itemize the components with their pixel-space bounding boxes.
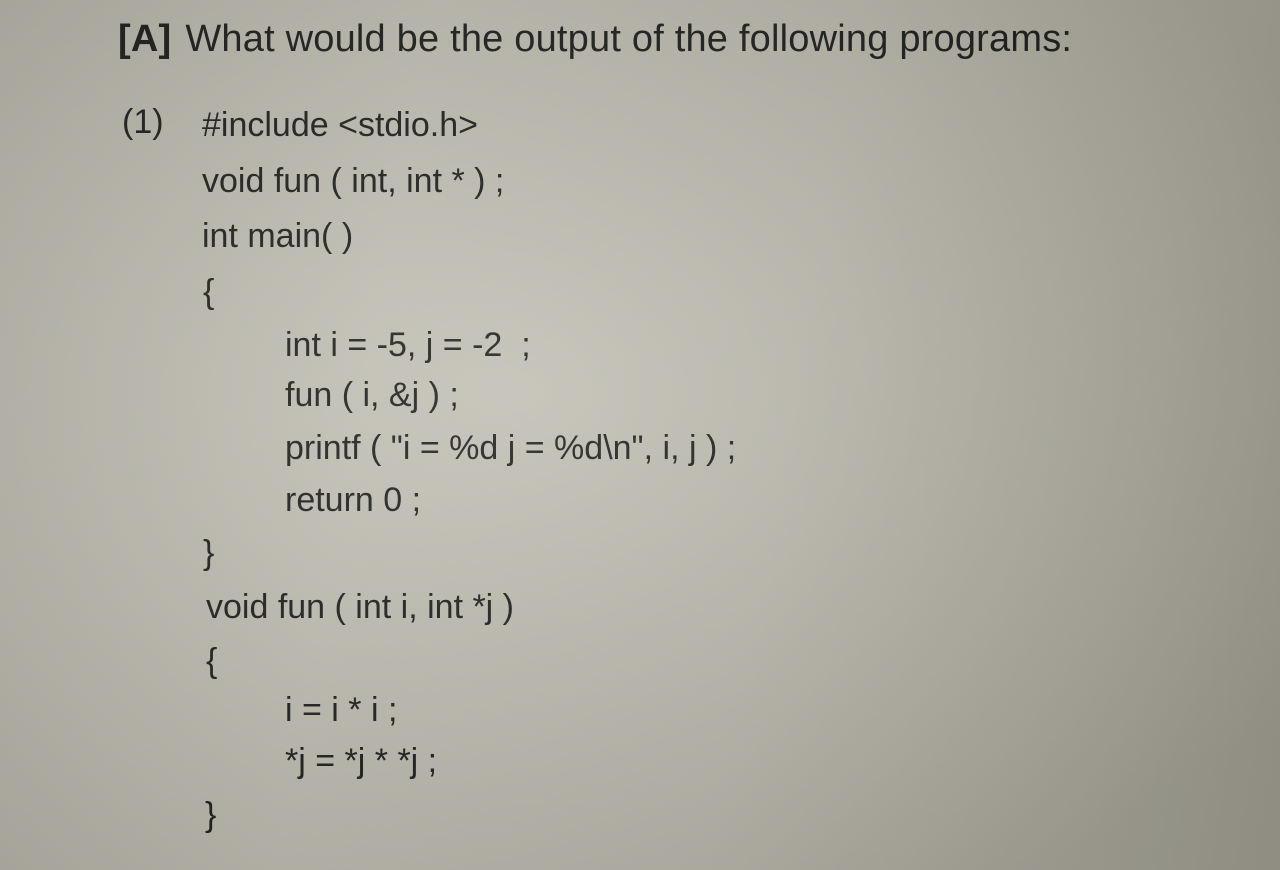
- code-line: void fun ( int i, int *j ): [206, 588, 515, 626]
- code-line: printf ( "i = %d j = %d\n", i, j ) ;: [285, 429, 737, 467]
- question-heading: [A] What would be the output of the follo…: [118, 18, 1072, 61]
- code-line: {: [203, 273, 215, 311]
- section-label: [A]: [118, 18, 172, 60]
- question-text: What would be the output of the followin…: [185, 18, 1073, 60]
- code-line: int main( ): [202, 217, 354, 255]
- code-line: i = i * i ;: [285, 691, 398, 729]
- code-line: }: [203, 534, 215, 572]
- code-line: *j = *j * *j ;: [285, 742, 438, 780]
- code-line: int i = -5, j = -2 ;: [285, 326, 531, 364]
- code-line: fun ( i, &j ) ;: [285, 376, 459, 414]
- code-line: void fun ( int, int * ) ;: [202, 162, 505, 200]
- program-number: (1): [122, 103, 164, 141]
- code-line: }: [205, 796, 217, 834]
- code-line: return 0 ;: [285, 481, 422, 519]
- code-line: #include <stdio.h>: [202, 106, 478, 144]
- textbook-page: [A] What would be the output of the follo…: [0, 0, 1280, 870]
- code-line: {: [206, 642, 218, 680]
